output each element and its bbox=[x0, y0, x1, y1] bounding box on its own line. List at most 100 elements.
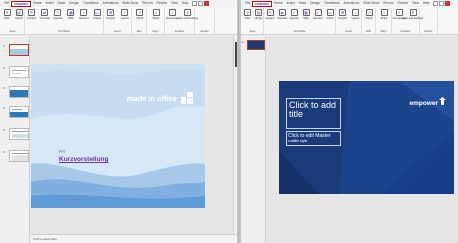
slide-thumbnail[interactable] bbox=[9, 66, 29, 78]
close-icon[interactable] bbox=[445, 1, 451, 6]
tab-insert[interactable]: Insert bbox=[285, 0, 297, 7]
tab-empower[interactable]: empower bbox=[11, 0, 32, 7]
content-button[interactable]: ✎ Content bbox=[26, 9, 37, 20]
tab-draw[interactable]: Draw bbox=[297, 0, 308, 7]
tab-design[interactable]: Design bbox=[67, 0, 81, 7]
share-button[interactable]: ⌂ Share bbox=[379, 9, 390, 20]
slide-canvas-left[interactable]: made in office PPT Kurzvorstellung Präse… bbox=[31, 64, 205, 208]
tab-home[interactable]: Home bbox=[31, 0, 44, 7]
tab-design[interactable]: Design bbox=[308, 0, 322, 7]
layout-button[interactable]: ✓ Layout bbox=[119, 9, 130, 20]
button-label: Share bbox=[380, 17, 388, 20]
subtitle-placeholder[interactable]: Click to edit Master subtitle style bbox=[286, 131, 341, 146]
slide-thumbnail[interactable] bbox=[9, 106, 29, 118]
content-icon: ✎ bbox=[28, 9, 36, 16]
slide-thumbnail[interactable] bbox=[9, 150, 29, 162]
filter-button[interactable]: ⚲ Filter bbox=[242, 9, 253, 20]
empower-logo-icon bbox=[439, 97, 446, 105]
slide-button[interactable]: ▦ Slide bbox=[65, 9, 76, 20]
tab-record[interactable]: Record bbox=[381, 0, 395, 7]
layout-button[interactable]: ✓ Layout bbox=[350, 9, 361, 20]
share-icon[interactable] bbox=[192, 1, 198, 6]
tab-slide-show[interactable]: Slide Show bbox=[361, 0, 381, 7]
share-icon[interactable] bbox=[433, 1, 439, 6]
slide-thumbnail-selected[interactable] bbox=[9, 44, 29, 56]
element-button[interactable]: ◐ Element bbox=[78, 9, 89, 20]
close-icon[interactable] bbox=[204, 1, 210, 6]
tab-animations[interactable]: Animations bbox=[342, 0, 362, 7]
convert-button[interactable]: ⊞ Convert bbox=[105, 9, 116, 20]
tab-file[interactable]: File bbox=[243, 0, 252, 7]
help-and-settings-button[interactable]: ⚲ Help and Settings bbox=[177, 9, 198, 20]
content-button[interactable]: ✎ Content bbox=[265, 9, 276, 20]
filter-button[interactable]: ⚲ Filter bbox=[2, 9, 13, 20]
agenda-button[interactable]: ≡ Agenda bbox=[289, 9, 300, 20]
slide-thumbnail-selected[interactable] bbox=[247, 40, 265, 50]
tab-file[interactable]: File bbox=[2, 0, 11, 7]
slide-thumbnails-pane: 1 2 3 4 5 6 bbox=[0, 36, 30, 243]
button-label: Translate bbox=[39, 17, 51, 20]
ribbon-group-start: ⚲ Filter ▤ Library Start bbox=[1, 8, 26, 34]
group-label: Start bbox=[249, 29, 256, 33]
tab-animations[interactable]: Animations bbox=[101, 0, 121, 7]
button-label: Library bbox=[15, 17, 23, 20]
group-label: Insert bbox=[345, 29, 352, 33]
comments-icon[interactable] bbox=[198, 1, 204, 6]
group-label: Text/Slide bbox=[293, 29, 306, 33]
tab-view[interactable]: View bbox=[169, 0, 180, 7]
library-button[interactable]: ▤ Library bbox=[253, 9, 264, 20]
group-label: Edit bbox=[366, 29, 371, 33]
tab-draw[interactable]: Draw bbox=[56, 0, 67, 7]
agenda-button[interactable]: ≡ Agenda bbox=[52, 9, 63, 20]
element-button[interactable]: ◐ Element bbox=[313, 9, 324, 20]
tab-empower[interactable]: empower bbox=[252, 0, 273, 7]
charts-button[interactable]: ▭ Charts bbox=[92, 9, 103, 20]
convert-button[interactable]: ⊞ Convert bbox=[337, 9, 348, 20]
translate-icon: ⇄ bbox=[278, 9, 286, 16]
group-label: Extras bbox=[424, 29, 433, 33]
share-button[interactable]: ⌂ Share bbox=[151, 9, 162, 20]
ribbon-group-edit: ↗ Check Edit bbox=[132, 8, 148, 34]
ribbon-group-edit: ↗ Check Edit bbox=[362, 8, 376, 34]
translate-button[interactable]: ⇄ Translate bbox=[39, 9, 50, 20]
comments-icon[interactable] bbox=[439, 1, 445, 6]
notes-bar[interactable]: Click to add notes bbox=[31, 234, 237, 243]
tab-help[interactable]: Help bbox=[421, 0, 432, 7]
tab-record[interactable]: Record bbox=[140, 0, 154, 7]
tab-slide-show[interactable]: Slide Show bbox=[120, 0, 140, 7]
button-label: Filter bbox=[244, 17, 251, 20]
check-button[interactable]: ↗ Check bbox=[364, 9, 375, 20]
group-label: Extras bbox=[200, 29, 209, 33]
help-and-settings-button[interactable]: ⚲ Help and Settings bbox=[403, 9, 423, 20]
filter-icon: ⚲ bbox=[3, 9, 11, 16]
title-placeholder[interactable]: Click to add title bbox=[286, 98, 341, 129]
vertical-scrollbar[interactable] bbox=[233, 36, 237, 234]
tab-review[interactable]: Review bbox=[396, 0, 410, 7]
library-icon: ▤ bbox=[15, 9, 23, 16]
tab-help[interactable]: Help bbox=[180, 0, 191, 7]
help-and-settings-icon: ⚲ bbox=[184, 9, 192, 16]
slide-canvas-right[interactable]: Click to add title Click to edit Master … bbox=[279, 81, 454, 194]
tab-transitions[interactable]: Transitions bbox=[322, 0, 341, 7]
homepage-button[interactable]: ? Homepage bbox=[166, 9, 179, 20]
translate-button[interactable]: ⇄ Translate bbox=[277, 9, 288, 20]
slide-thumbnail[interactable] bbox=[9, 128, 29, 140]
charts-button[interactable]: ▭ Charts bbox=[325, 9, 336, 20]
slide-number: 2 bbox=[3, 66, 5, 70]
ribbon-group-start: ⚲ Filter ▤ Library Start bbox=[242, 8, 264, 34]
group-label: Edit bbox=[136, 29, 142, 33]
check-button[interactable]: ↗ Check bbox=[134, 9, 145, 20]
tab-home[interactable]: Home bbox=[272, 0, 285, 7]
group-label: Text/Slide bbox=[57, 29, 70, 33]
scrollbar-thumb[interactable] bbox=[235, 42, 237, 67]
tab-review[interactable]: Review bbox=[155, 0, 169, 7]
library-button[interactable]: ▤ Library bbox=[14, 9, 25, 20]
charts-icon: ▭ bbox=[326, 9, 334, 16]
tab-insert[interactable]: Insert bbox=[44, 0, 56, 7]
check-icon: ↗ bbox=[365, 9, 373, 16]
tab-transitions[interactable]: Transitions bbox=[81, 0, 100, 7]
slide-button[interactable]: ▦ Slide bbox=[301, 9, 312, 20]
library-icon: ▤ bbox=[255, 9, 262, 16]
tab-view[interactable]: View bbox=[410, 0, 421, 7]
slide-thumbnail[interactable] bbox=[9, 86, 29, 98]
